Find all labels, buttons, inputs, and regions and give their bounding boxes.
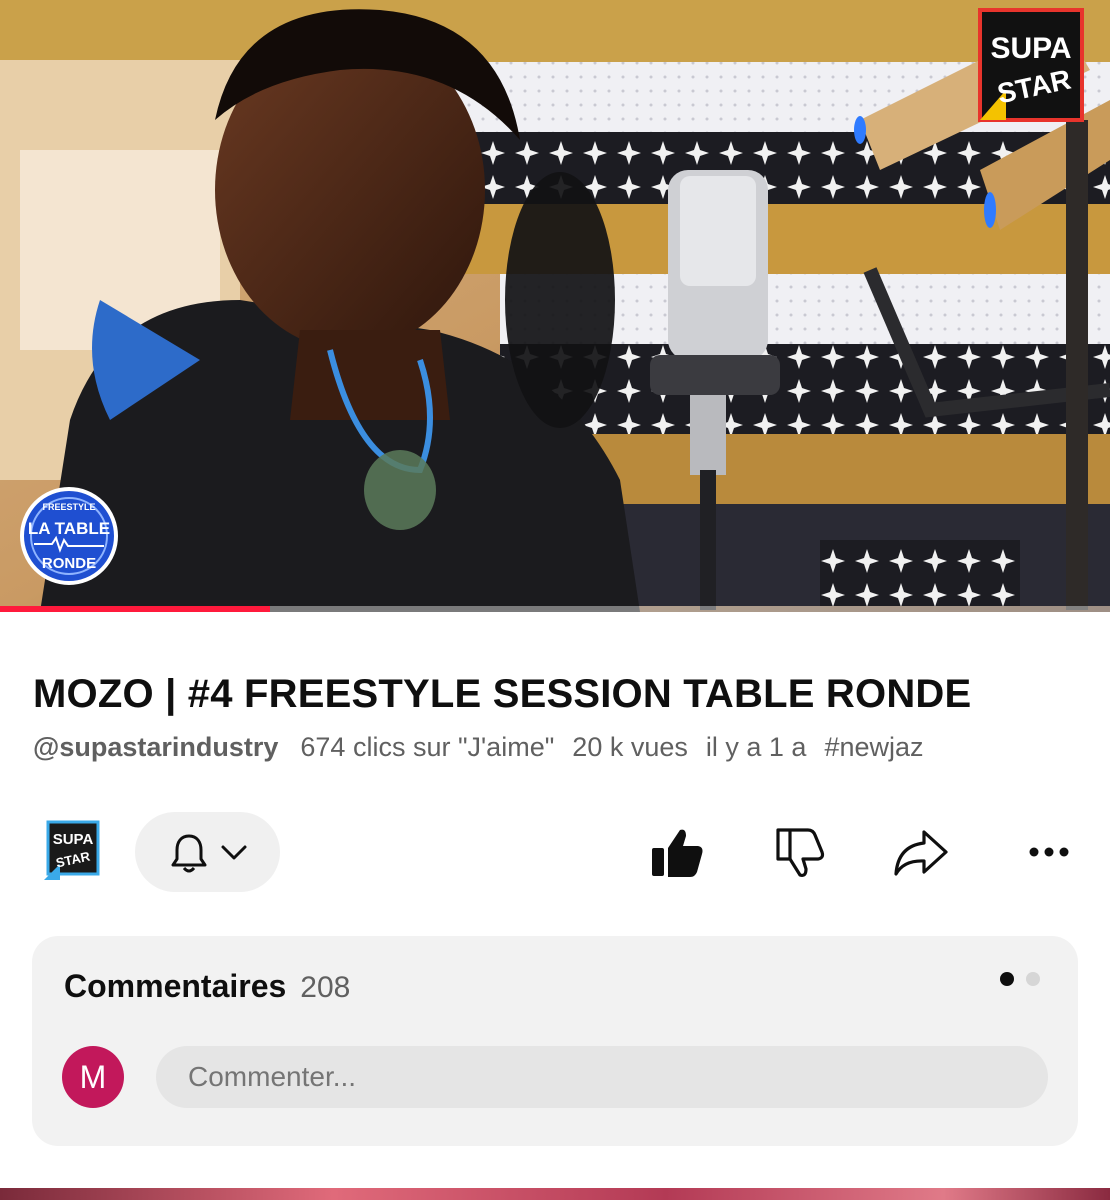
more-horizontal-icon[interactable] <box>1020 822 1080 882</box>
user-avatar[interactable]: M <box>62 1046 124 1108</box>
supastar-logo-icon[interactable]: SUPA STAR <box>40 816 104 886</box>
pager-dot-active <box>1000 972 1014 986</box>
table-ronde-watermark: FREESTYLE LA TABLE RONDE <box>20 487 118 585</box>
video-player[interactable]: SUPA STAR FREESTYLE LA TABLE RONDE <box>0 0 1110 612</box>
channel-handle[interactable]: @supastarindustry <box>33 732 278 762</box>
thumbs-up-filled-icon[interactable] <box>646 822 706 882</box>
video-frame <box>0 0 1110 612</box>
hashtag-link[interactable]: #newjaz <box>824 732 923 762</box>
video-metadata[interactable]: @supastarindustry 674 clics sur "J'aime" 2… <box>33 732 1083 768</box>
watermark-line3: RONDE <box>42 555 96 572</box>
comments-pager <box>1000 972 1044 988</box>
like-count-text: 674 clics sur "J'aime" <box>300 732 555 762</box>
action-bar: SUPA STAR <box>0 810 1110 896</box>
thumbs-down-icon[interactable] <box>770 822 830 882</box>
video-info-panel: MOZO | #4 FREESTYLE SESSION TABLE RONDE … <box>0 612 1110 1200</box>
comments-count: 208 <box>300 971 351 1004</box>
comments-label: Commentaires <box>64 968 287 1004</box>
comments-section[interactable]: Commentaires 208 M <box>32 936 1078 1146</box>
watermark-line1: FREESTYLE <box>42 502 95 512</box>
view-count: 20 k vues <box>572 732 688 762</box>
comment-input[interactable] <box>156 1046 1048 1108</box>
svg-text:SUPA: SUPA <box>53 831 94 848</box>
supastar-logo-line1: SUPA <box>990 32 1071 65</box>
supastar-logo: SUPA STAR <box>978 8 1084 122</box>
subscription-bell-button[interactable] <box>135 812 280 892</box>
pager-dot-inactive <box>1026 972 1040 986</box>
comments-header: Commentaires 208 <box>64 968 350 1005</box>
bell-icon <box>171 834 207 873</box>
video-title[interactable]: MOZO | #4 FREESTYLE SESSION TABLE RONDE <box>33 672 1093 717</box>
next-content-peek <box>0 1188 1110 1200</box>
share-arrow-icon[interactable] <box>890 822 950 882</box>
upload-age: il y a 1 a <box>705 732 807 762</box>
watermark-line2: LA TABLE <box>28 519 110 538</box>
chevron-down-icon <box>221 845 247 860</box>
